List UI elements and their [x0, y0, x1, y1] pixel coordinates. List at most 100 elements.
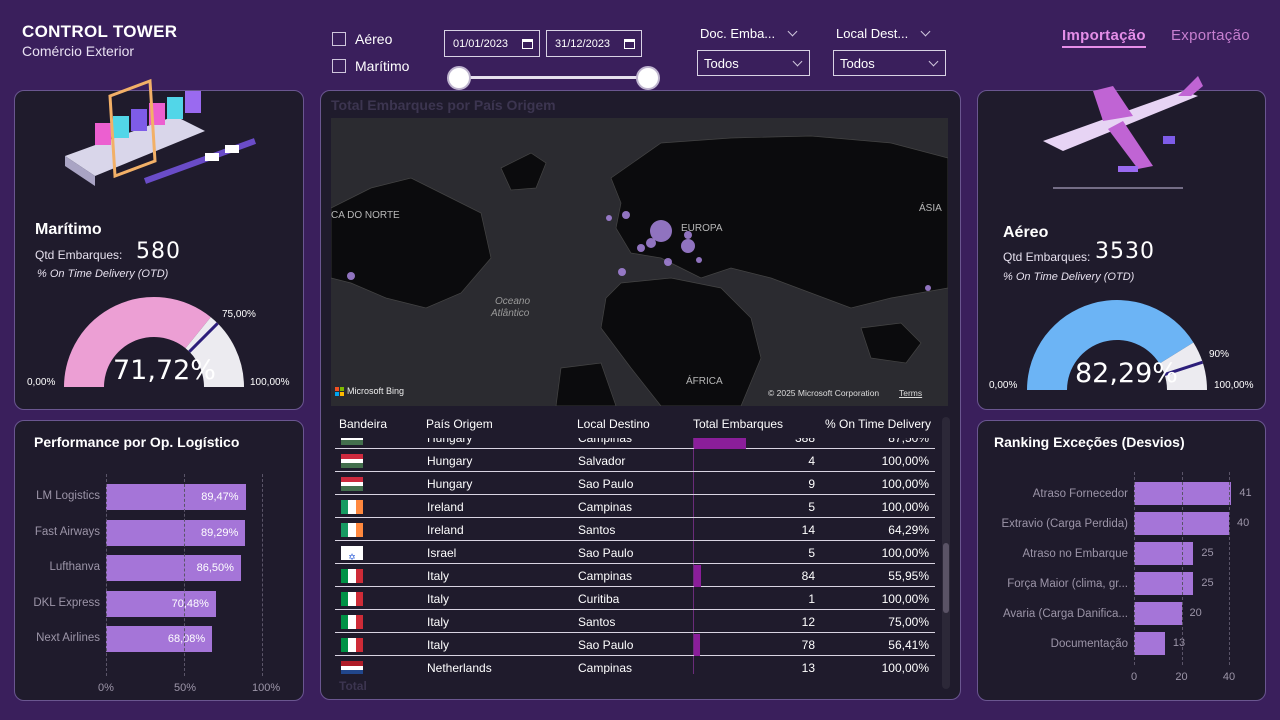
filter-aereo-checkbox[interactable]: Aéreo — [332, 31, 392, 47]
gridline — [184, 474, 185, 676]
axis-tick-label: 0 — [1130, 671, 1138, 683]
flag-icon — [341, 638, 363, 652]
table-row[interactable]: Ireland Campinas 5 100,00% — [335, 496, 935, 518]
cell-otd: 100,00% — [881, 454, 929, 468]
col-header-total-embarques[interactable]: Total Embarques — [693, 417, 783, 431]
table-row[interactable]: Netherlands Campinas 13 100,00% — [335, 657, 935, 674]
cell-country: Hungary — [427, 477, 473, 491]
table-row[interactable]: ✡ Israel Sao Paulo 5 100,00% — [335, 542, 935, 564]
table-row[interactable]: Italy Santos 12 75,00% — [335, 611, 935, 633]
local-dropdown-value: Todos — [840, 55, 875, 71]
microsoft-logo-icon — [335, 386, 344, 396]
table-body[interactable]: Hungary Campinas 388 87,50% Hungary Salvador 4… — [335, 438, 935, 674]
flag-icon — [341, 477, 363, 492]
calendar-icon[interactable] — [624, 38, 635, 49]
bar[interactable] — [1134, 632, 1165, 655]
aereo-gauge-target: 90% — [1209, 349, 1230, 360]
cell-otd: 75,00% — [888, 615, 929, 629]
chevron-down-icon — [792, 56, 803, 66]
doc-dropdown-value: Todos — [704, 55, 739, 71]
bar[interactable] — [1134, 602, 1182, 625]
checkbox-box[interactable] — [332, 32, 346, 46]
bar[interactable]: 89,47% — [106, 484, 246, 510]
chevron-down-icon[interactable] — [787, 26, 798, 37]
date-slider-end-handle[interactable] — [636, 66, 660, 90]
table-row[interactable]: Hungary Sao Paulo 9 100,00% — [335, 473, 935, 495]
map-terms-link[interactable]: Terms — [899, 388, 922, 398]
bar[interactable]: 89,29% — [106, 519, 246, 546]
world-map[interactable]: CA DO NORTE EUROPA ÁSIA Oceano Atlântico… — [331, 118, 948, 406]
local-destino-dropdown[interactable]: Todos — [833, 50, 946, 76]
map-label-europe: EUROPA — [681, 223, 723, 234]
date-end-value: 31/12/2023 — [555, 37, 611, 50]
aereo-gauge-value: 82,29% — [1075, 358, 1178, 389]
date-end-input[interactable]: 31/12/2023 — [546, 30, 642, 57]
bar[interactable] — [1134, 542, 1194, 565]
cell-country: Italy — [427, 615, 450, 629]
checkbox-box[interactable] — [332, 59, 346, 73]
cell-total: 13 — [801, 661, 815, 674]
table-total-label: Total — [339, 679, 367, 693]
bar-label: Atraso no Embarque — [1022, 548, 1128, 560]
aereo-qtd-label: Qtd Embarques: — [1003, 250, 1091, 264]
bar[interactable]: 68,08% — [106, 626, 213, 652]
table-row[interactable]: Italy Campinas 84 55,95% — [335, 565, 935, 587]
date-slider-start-handle[interactable] — [447, 66, 471, 90]
col-header-local-destino[interactable]: Local Destino — [577, 417, 650, 431]
tab-importacao[interactable]: Importação — [1062, 27, 1146, 48]
cell-otd: 100,00% — [881, 477, 929, 491]
bar-value: 25 — [1201, 577, 1214, 589]
cell-destination: Campinas — [578, 438, 633, 445]
bar-label: Fast Airways — [34, 525, 100, 538]
cell-destination: Salvador — [578, 454, 626, 468]
cell-country: Italy — [427, 569, 450, 583]
table-scrollbar-thumb[interactable] — [943, 543, 949, 613]
chevron-down-icon[interactable] — [920, 26, 931, 37]
cell-total: 14 — [801, 523, 815, 537]
calendar-icon[interactable] — [522, 38, 533, 49]
bar-value: 41 — [1239, 487, 1252, 499]
date-range-slider-track[interactable] — [460, 76, 648, 79]
bar[interactable] — [1134, 482, 1232, 505]
table-row[interactable]: Italy Sao Paulo 78 56,41% — [335, 634, 935, 656]
bar[interactable]: 70,48% — [106, 590, 216, 617]
bar-label: Atraso Fornecedor — [1032, 488, 1128, 500]
cell-total: 9 — [808, 477, 815, 491]
bar[interactable]: 86,50% — [106, 555, 241, 581]
brand-subtitle: Comércio Exterior — [22, 43, 135, 59]
axis-tick-label: 20 — [1175, 671, 1188, 683]
table-row[interactable]: Italy Curitiba 1 100,00% — [335, 588, 935, 610]
checkbox-label: Marítimo — [355, 58, 410, 74]
flag-icon — [341, 454, 363, 469]
maritimo-qtd-value: 580 — [136, 239, 181, 264]
tab-exportacao[interactable]: Exportação — [1171, 27, 1250, 44]
cell-total: 1 — [808, 592, 815, 606]
cell-total: 12 — [801, 615, 815, 629]
performance-card: Performance por Op. Logístico LM Logisti… — [14, 420, 304, 701]
filter-maritimo-checkbox[interactable]: Marítimo — [332, 58, 409, 74]
cell-destination: Sao Paulo — [578, 477, 634, 491]
doc-label-text: Doc. Emba... — [700, 26, 776, 41]
cell-country: Italy — [427, 592, 450, 606]
cell-total-bar — [694, 438, 747, 449]
col-header-otd[interactable]: % On Time Delivery — [825, 417, 931, 431]
aereo-otd-label: % On Time Delivery (OTD) — [1003, 271, 1135, 283]
aereo-qtd-value: 3530 — [1095, 239, 1155, 264]
bar[interactable] — [1134, 572, 1194, 595]
col-header-pais-origem[interactable]: País Origem — [426, 417, 493, 431]
date-start-input[interactable]: 01/01/2023 — [444, 30, 540, 57]
table-row[interactable]: Hungary Campinas 388 87,50% — [335, 438, 935, 449]
col-header-bandeira[interactable]: Bandeira — [339, 417, 387, 431]
table-row[interactable]: Ireland Santos 14 64,29% — [335, 519, 935, 541]
doc-embarque-dropdown[interactable]: Todos — [697, 50, 810, 76]
flag-icon — [341, 438, 363, 446]
table-row[interactable]: Hungary Salvador 4 100,00% — [335, 450, 935, 472]
cell-total: 5 — [808, 500, 815, 514]
map-copyright: © 2025 Microsoft Corporation — [768, 388, 880, 398]
cell-total: 388 — [794, 438, 815, 445]
cell-destination: Campinas — [578, 661, 633, 674]
cell-country: Ireland — [427, 500, 464, 514]
bar-value: 89,29% — [200, 526, 239, 539]
bar-value: 20 — [1189, 607, 1202, 619]
map-label-ocean: Oceano — [495, 296, 531, 307]
